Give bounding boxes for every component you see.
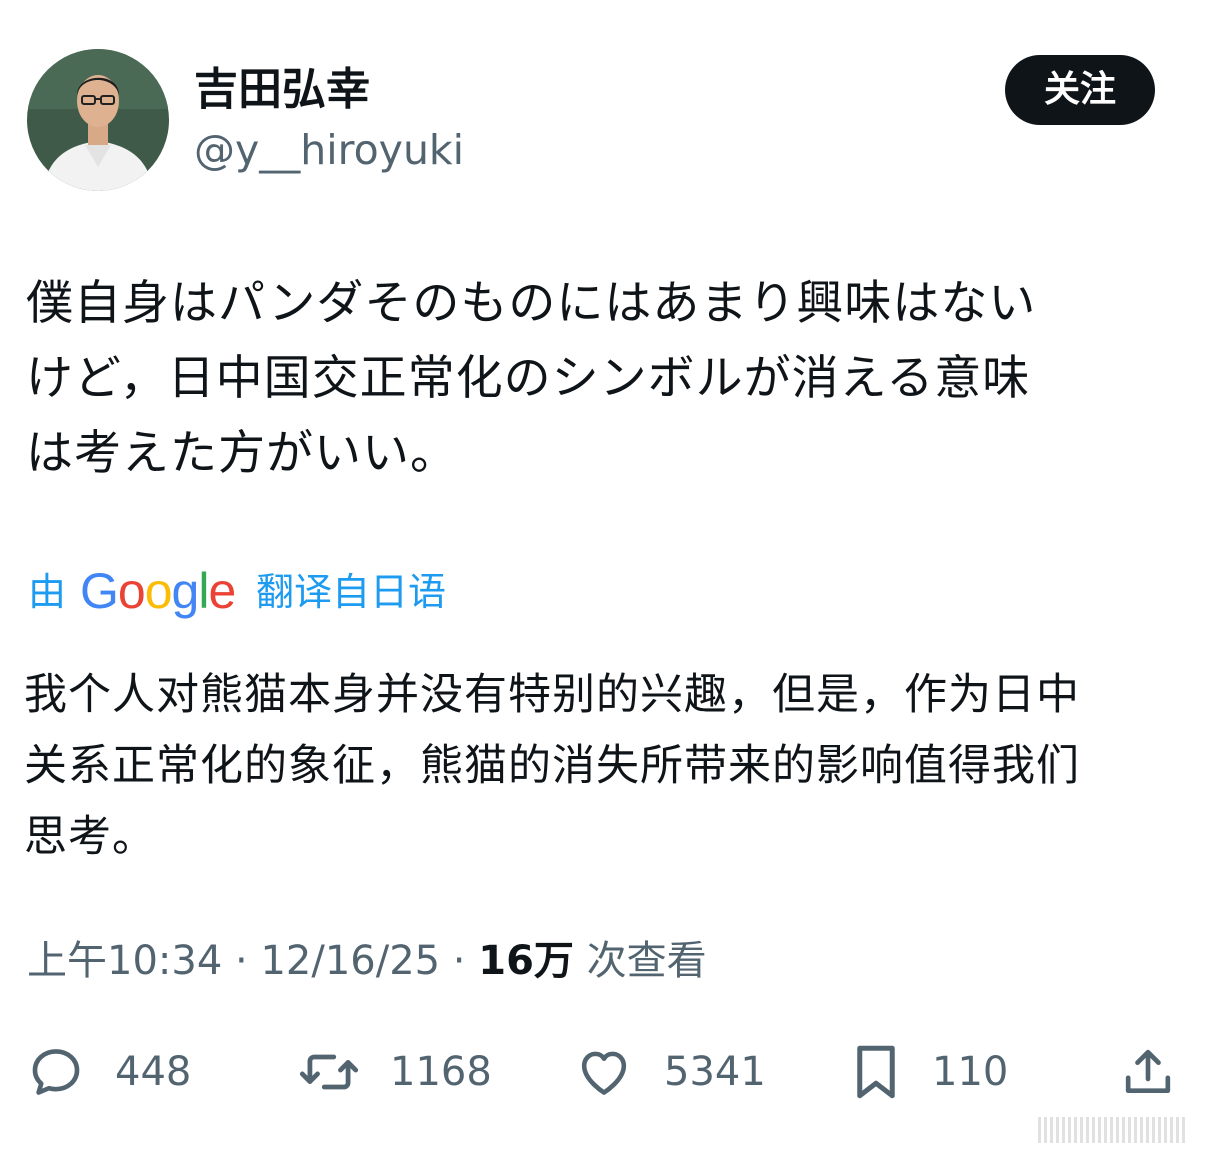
reply-button[interactable]: 448 [27, 1040, 191, 1104]
watermark-overlay [1038, 1117, 1188, 1143]
bookmark-icon [857, 1045, 895, 1099]
avatar-photo [27, 49, 169, 191]
share-icon [1125, 1049, 1171, 1093]
retweet-count: 1168 [390, 1049, 492, 1095]
retweet-icon [299, 1054, 359, 1090]
share-button[interactable] [1120, 1040, 1176, 1104]
tweet-time[interactable]: 上午10:34 [27, 938, 222, 984]
follow-button[interactable]: 关注 [1005, 55, 1155, 125]
bookmark-button[interactable]: 110 [850, 1040, 1008, 1104]
tweet-date[interactable]: 12/16/25 [260, 938, 440, 984]
translation-source-label: 翻译自日语 [256, 570, 447, 614]
translated-text: 我个人对熊猫本身并没有特别的兴趣，但是，作为日中 关系正常化的象征，熊猫的消失所… [24, 670, 1080, 862]
tweet-text: 僕自身はパンダそのものにはあまり興味はない けど，日中国交正常化のシンボルが消え… [26, 276, 1037, 481]
user-handle[interactable]: @y__hiroyuki [194, 124, 464, 176]
display-name[interactable]: 吉田弘幸 [194, 62, 370, 118]
translation-attribution[interactable]: 由 Google 翻译自日语 [28, 562, 446, 622]
views-count: 16万 [478, 938, 574, 984]
retweet-button[interactable]: 1168 [298, 1040, 492, 1104]
separator: · [222, 938, 261, 984]
google-logo: Google [80, 563, 236, 619]
like-button[interactable]: 5341 [574, 1040, 766, 1104]
avatar[interactable] [27, 49, 169, 191]
translation-prefix: 由 [28, 570, 67, 614]
svg-text:Google: Google [80, 563, 235, 619]
like-count: 5341 [664, 1049, 766, 1095]
tweet-metadata: 上午10:34 · 12/16/25 · 16万 次查看 [27, 930, 707, 992]
views-label: 次查看 [573, 938, 707, 984]
reply-count: 448 [115, 1049, 192, 1095]
bookmark-count: 110 [932, 1049, 1009, 1095]
separator: · [440, 938, 479, 984]
heart-icon [581, 1051, 627, 1095]
reply-icon [32, 1049, 80, 1095]
